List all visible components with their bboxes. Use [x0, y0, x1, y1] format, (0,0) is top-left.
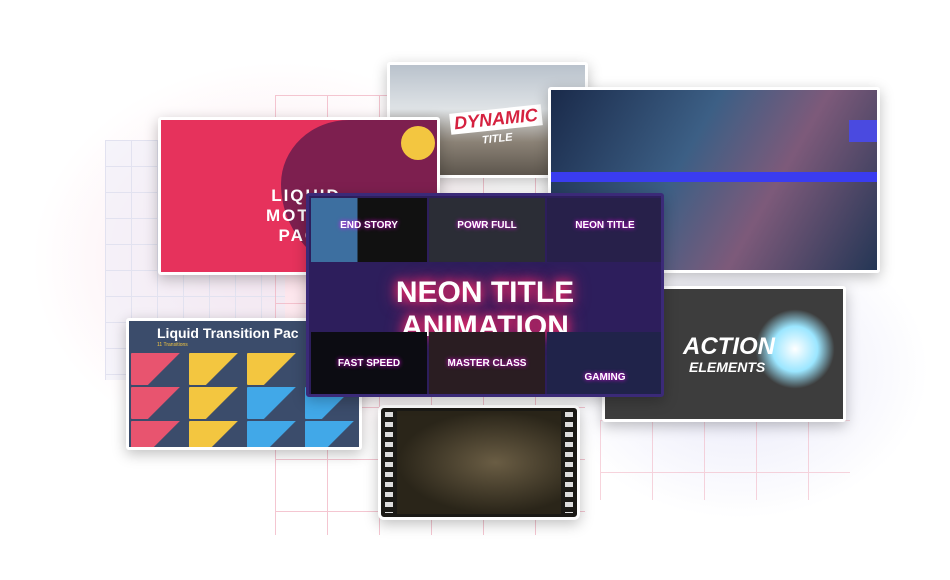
liquid-transition-count: 11 Transitions [157, 342, 188, 348]
film-perforation-right [565, 412, 573, 513]
transition-swatch [131, 421, 187, 447]
liquid-transition-title: Liquid Transition Pac [157, 325, 299, 341]
transition-swatch [131, 387, 187, 419]
glitch-block [849, 120, 877, 142]
yellow-circle-shape [401, 126, 435, 160]
transition-swatch [189, 421, 245, 447]
transition-swatch [189, 353, 245, 385]
neon-tile-label: GAMING [584, 372, 626, 383]
action-title-text: ACTION [683, 333, 775, 360]
neon-tile: END STORY [311, 198, 427, 262]
transition-swatch [247, 353, 303, 385]
dynamic-subtitle-text: TITLE [481, 131, 514, 147]
transition-swatch [131, 353, 187, 385]
neon-tile-label: NEON TITLE [575, 220, 635, 231]
background-grid-right [600, 420, 850, 500]
action-subtitle-text: ELEMENTS [689, 359, 766, 375]
transition-swatch [189, 387, 245, 419]
neon-tile-label: FAST SPEED [337, 358, 401, 369]
dynamic-title-text: DYNAMIC [449, 104, 543, 135]
neon-tile: GAMING [547, 332, 661, 394]
transition-swatch [305, 421, 359, 447]
film-perforation-left [385, 412, 393, 513]
neon-tile-label: END STORY [340, 220, 398, 231]
neon-tile-label: MASTER CLASS [447, 358, 527, 369]
neon-title-thumbnail: END STORY POWR FULL NEON TITLE NEON TITL… [306, 193, 664, 397]
glitch-bar [551, 172, 877, 182]
neon-tile: FAST SPEED [311, 332, 427, 394]
film-scene [397, 411, 561, 514]
neon-tile: NEON TITLE [547, 198, 661, 262]
neon-tile: MASTER CLASS [429, 332, 545, 394]
neon-tile: POWR FULL [429, 198, 545, 262]
film-strip-thumbnail [378, 405, 580, 520]
neon-tile-label: POWR FULL [457, 220, 517, 231]
transition-swatch [247, 421, 303, 447]
transition-swatch [247, 387, 303, 419]
